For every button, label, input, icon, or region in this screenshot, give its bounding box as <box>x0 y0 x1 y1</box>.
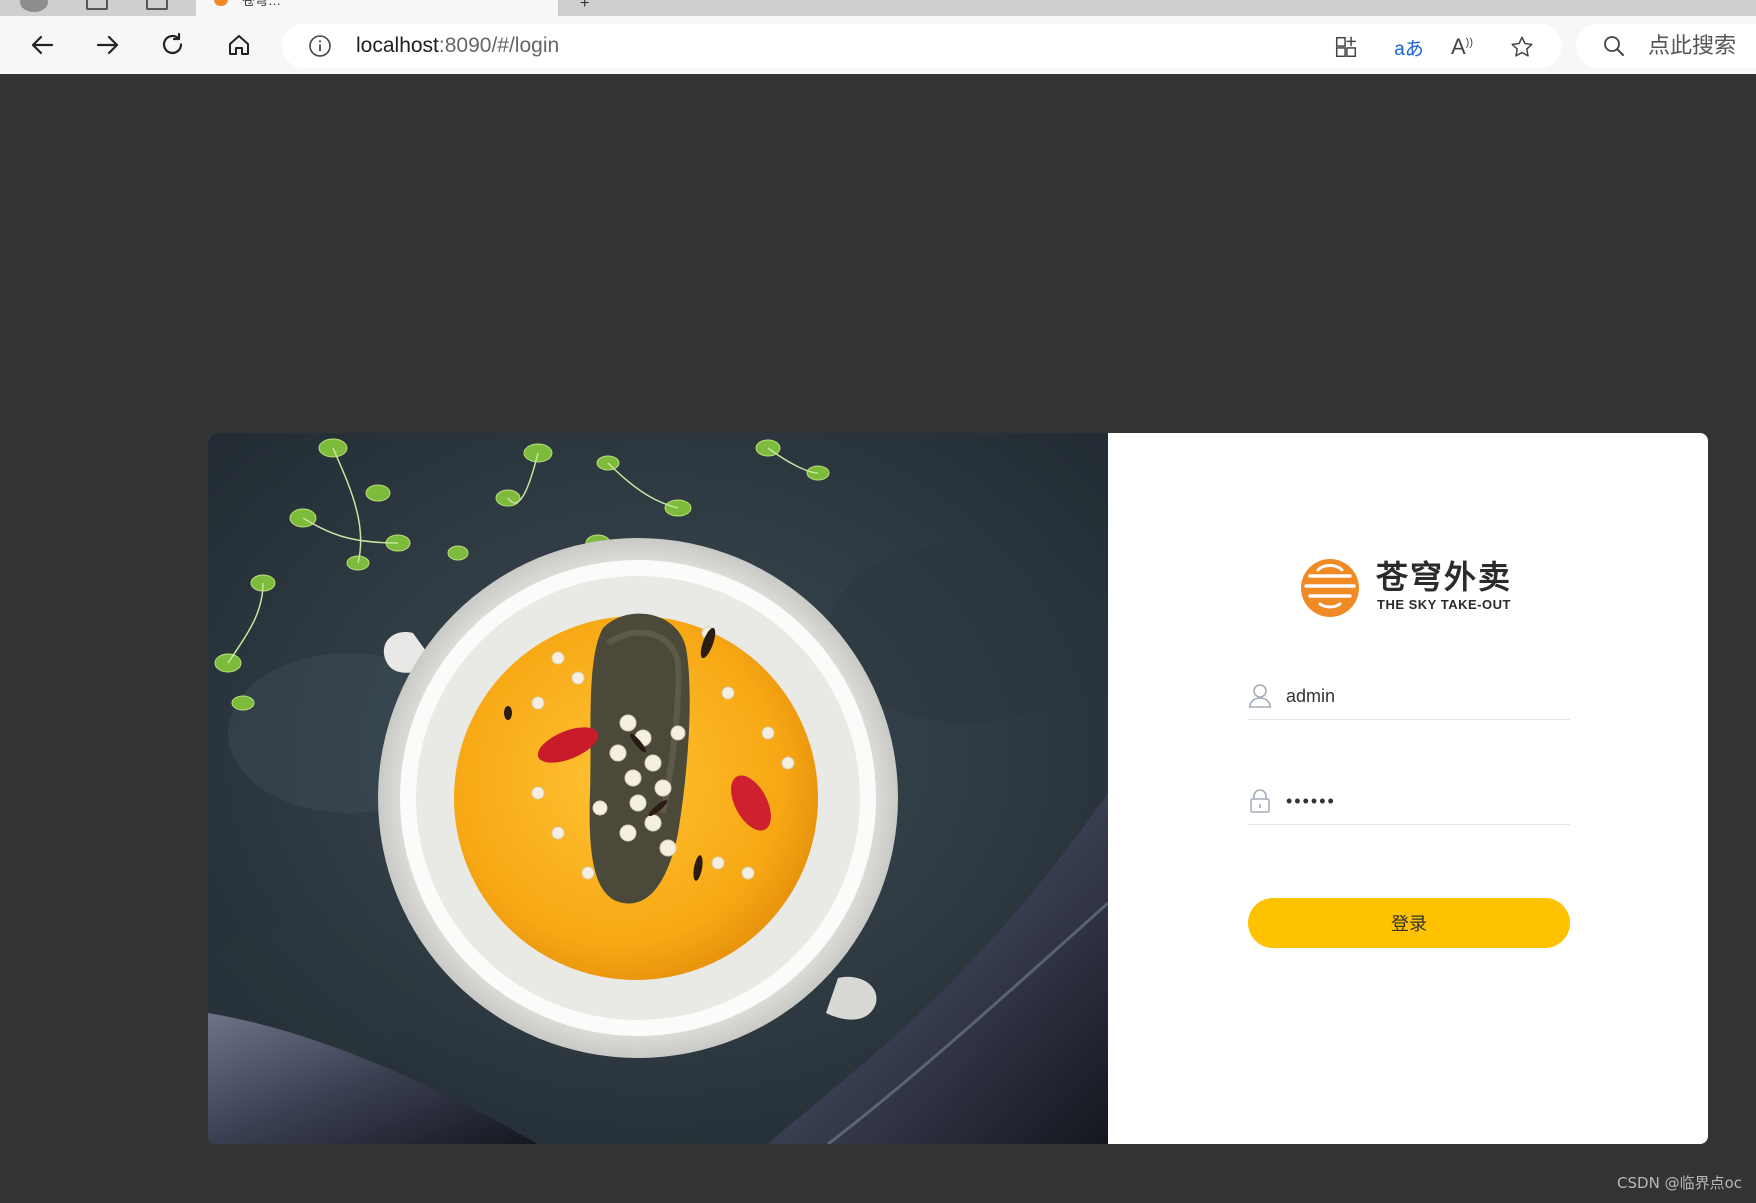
login-form-panel: 苍穹外卖 THE SKY TAKE-OUT 登录 <box>1108 433 1708 1144</box>
brand-logo: 苍穹外卖 THE SKY TAKE-OUT <box>1298 556 1528 618</box>
login-button[interactable]: 登录 <box>1248 898 1570 948</box>
read-aloud-button[interactable]: A)) <box>1448 33 1476 61</box>
page-viewport: 苍穹外卖 THE SKY TAKE-OUT 登录 <box>6 74 1756 1203</box>
lock-icon <box>1250 789 1270 813</box>
split-screen-icon <box>1335 36 1357 58</box>
password-input[interactable] <box>1286 778 1566 824</box>
refresh-icon <box>162 32 183 54</box>
password-field <box>1248 778 1570 825</box>
tab-title: 苍穹… <box>242 0 282 8</box>
profile-avatar-icon[interactable] <box>20 0 48 12</box>
new-tab-button[interactable]: + <box>580 0 589 13</box>
back-button[interactable] <box>22 25 62 65</box>
search-placeholder: 点此搜索 <box>1648 33 1737 58</box>
login-card: 苍穹外卖 THE SKY TAKE-OUT 登录 <box>208 433 1708 1144</box>
info-icon[interactable] <box>308 34 332 58</box>
brand-logo-mark-icon <box>1301 559 1359 617</box>
csdn-watermark: CSDN @临界点oc <box>1617 1174 1742 1192</box>
refresh-button[interactable] <box>153 25 193 65</box>
browser-toolbar: localhost:8090/#/login aあ A)) 点此搜索 <box>0 16 1756 74</box>
search-icon <box>1604 36 1624 56</box>
url-path: :8090/#/login <box>438 34 560 57</box>
browser-tab-active[interactable]: 苍穹… <box>196 0 558 16</box>
brand-name-cn: 苍穹外卖 <box>1376 558 1513 596</box>
tab-favicon-icon <box>214 0 228 6</box>
workspaces-icon[interactable] <box>86 0 108 10</box>
user-icon <box>1248 684 1272 708</box>
url-text[interactable]: localhost:8090/#/login <box>356 24 559 68</box>
translate-icon: aあ <box>1394 38 1424 60</box>
soup-bowl-illustration <box>208 433 1108 1144</box>
brand-name-en: THE SKY TAKE-OUT <box>1377 597 1511 612</box>
forward-button[interactable] <box>88 25 128 65</box>
login-hero-image <box>208 433 1108 1144</box>
read-aloud-icon: A)) <box>1450 34 1473 59</box>
translate-button[interactable]: aあ <box>1390 33 1428 61</box>
favorite-button[interactable] <box>1508 33 1536 61</box>
tab-actions-icon[interactable] <box>146 0 168 10</box>
username-field <box>1248 673 1570 720</box>
tab-strip: 苍穹… + <box>0 0 1756 16</box>
username-input[interactable] <box>1286 673 1566 719</box>
favorite-star-icon <box>1511 36 1533 57</box>
home-button[interactable] <box>219 25 259 65</box>
forward-arrow-icon <box>96 35 119 55</box>
url-host: localhost <box>356 34 439 57</box>
home-icon <box>229 35 249 55</box>
browser-search-box[interactable]: 点此搜索 <box>1576 24 1756 68</box>
split-screen-button[interactable] <box>1332 33 1360 61</box>
address-bar[interactable]: localhost:8090/#/login aあ A)) <box>282 24 1562 68</box>
back-arrow-icon <box>31 35 54 55</box>
